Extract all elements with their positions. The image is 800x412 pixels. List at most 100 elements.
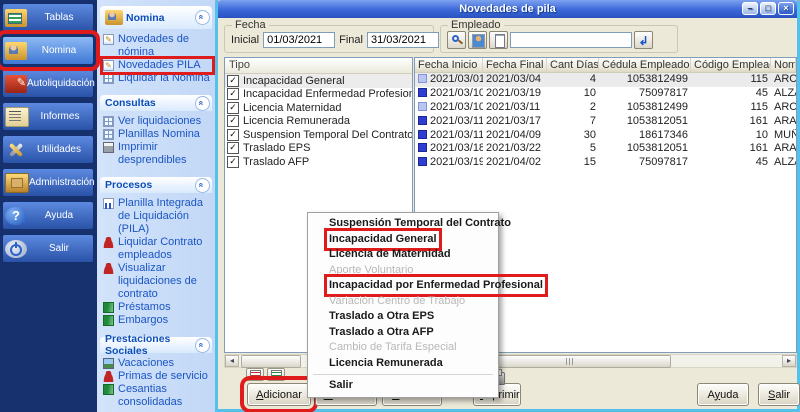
table-scroll-thumb[interactable] — [469, 355, 671, 368]
table-row[interactable]: 2021/03/012021/03/0441053812499115ARCILA… — [415, 73, 796, 87]
collapse-chevron-icon[interactable] — [195, 96, 210, 111]
menu-item-incapacidad-por-enfermedad-profesional[interactable]: Incapacidad por Enfermedad Profesional — [309, 278, 497, 294]
nav-item-planillas-nomina[interactable]: Planillas Nomina — [103, 128, 212, 141]
nav-item-imprimir-desprendibles[interactable]: Imprimir desprendibles — [103, 141, 212, 167]
checkbox-icon[interactable]: ✓ — [227, 156, 239, 168]
checkbox-icon[interactable]: ✓ — [227, 142, 239, 154]
column-header-fecha-inicio[interactable]: Fecha Inicio — [415, 58, 483, 73]
nav-section-consultas: Consultas Ver liquidacionesPlanillas Nomi… — [100, 95, 212, 167]
salir-button[interactable]: Salir — [758, 383, 800, 406]
column-header-cedula-empleado[interactable]: Cédula Empleado — [599, 58, 691, 73]
menu-item-licencia-remunerada[interactable]: Licencia Remunerada — [309, 356, 497, 372]
checkbox-icon[interactable]: ✓ — [227, 102, 239, 114]
scroll-left-icon[interactable]: ◂ — [225, 355, 239, 367]
nav-section-header-procesos[interactable]: Procesos — [100, 177, 212, 193]
checkbox-icon[interactable]: ✓ — [227, 129, 239, 141]
tipo-item-traslado-afp[interactable]: ✓ Traslado AFP — [225, 155, 412, 169]
adicionar-button[interactable]: Adicionar — [247, 383, 311, 406]
menu-item-licencia-de-maternidad[interactable]: Licencia de Maternidad — [309, 247, 497, 263]
tipo-item-label: Traslado AFP — [243, 156, 309, 168]
tipo-scroll-thumb[interactable] — [241, 355, 301, 368]
scroll-right-icon[interactable]: ▸ — [782, 355, 796, 367]
cell-c4: 45 — [691, 156, 771, 169]
ayuda-button[interactable]: Ayuda — [697, 383, 749, 406]
cell-c5: ALZATE CAR — [771, 156, 796, 169]
collapse-chevron-icon[interactable] — [195, 10, 210, 25]
tipo-item-traslado-eps[interactable]: ✓Traslado EPS — [225, 142, 412, 156]
sidebar-item-autoliquidacion[interactable]: Autoliquidación — [2, 69, 94, 98]
sidebar-item-salir[interactable]: Salir — [2, 234, 94, 263]
tipo-item-suspension-temporal-del-contrato[interactable]: ✓Suspension Temporal Del Contrato — [225, 128, 412, 142]
sidebar-item-informes[interactable]: Informes — [2, 102, 94, 131]
nav-item-liquidar-la-nomina[interactable]: Liquidar la Nomina — [103, 72, 212, 85]
nav-item-planilla-integrada-de-liquidacion-pila[interactable]: Planilla Integrada de Liquidación (PILA) — [103, 197, 212, 236]
checkbox-icon[interactable]: ✓ — [227, 88, 239, 100]
tipo-item-incapacidad-general[interactable]: ✓Incapacidad General — [225, 74, 412, 88]
maximize-button[interactable]: □ — [760, 2, 776, 15]
nav-section-header-prestaciones-sociales[interactable]: Prestaciones Sociales — [100, 337, 212, 353]
close-button[interactable]: × — [778, 2, 794, 15]
sidebar-item-nomina[interactable]: Nomina — [2, 36, 94, 65]
table-row[interactable]: 2021/03/182021/03/2251053812051161ARANGO… — [415, 142, 796, 156]
nav-item-prestamos[interactable]: Préstamos — [103, 301, 212, 314]
row-marker-icon — [418, 74, 427, 83]
nav-item-visualizar-liquidaciones-de-contrato[interactable]: Visualizar liquidaciones de contrato — [103, 262, 212, 301]
minimize-button[interactable]: – — [742, 2, 758, 15]
search-icon[interactable] — [447, 31, 466, 49]
table-row[interactable]: 2021/03/102021/03/19107509781745ALZATE C… — [415, 87, 796, 101]
tipo-item-licencia-maternidad[interactable]: ✓Licencia Maternidad — [225, 101, 412, 115]
nav-item-liquidar-contrato-empleados[interactable]: Liquidar Contrato empleados — [103, 236, 212, 262]
collapse-chevron-icon[interactable] — [195, 338, 210, 353]
nav-section-header-consultas[interactable]: Consultas — [100, 95, 212, 111]
nav-item-ver-liquidaciones[interactable]: Ver liquidaciones — [103, 115, 212, 128]
checkbox-icon[interactable]: ✓ — [227, 75, 239, 87]
table-row[interactable]: 2021/03/112021/03/1771053812051161ARANGO… — [415, 114, 796, 128]
document-icon[interactable] — [489, 31, 508, 49]
nav-item-cesantias-consolidadas[interactable]: Cesantias consolidadas — [103, 383, 212, 409]
menu-item-traslado-a-otra-afp[interactable]: Traslado a Otra AFP — [309, 325, 497, 341]
cell-c3: 1053812051 — [599, 142, 691, 155]
nav-item-label: Novedades PILA — [118, 59, 212, 72]
column-header-fecha-final[interactable]: Fecha Final — [483, 58, 547, 73]
fecha-final-input[interactable] — [367, 32, 439, 48]
cell-c2: 4 — [547, 73, 599, 86]
window-titlebar[interactable]: Novedades de pila – □ × — [218, 0, 797, 18]
cell-c4: 115 — [691, 73, 771, 86]
sidebar-item-administracion[interactable]: Administración — [2, 168, 94, 197]
fecha-groupbox: Fecha Inicial Final — [224, 25, 434, 53]
nav-item-primas-de-servicio[interactable]: Primas de servicio — [103, 370, 212, 383]
uncheck-all-button[interactable] — [267, 368, 285, 381]
menu-item-suspension-temporal-del-contrato[interactable]: Suspensión Temporal del Contrato — [309, 216, 497, 232]
nav-item-embargos[interactable]: Embargos — [103, 314, 212, 327]
column-header-codigo-empleado[interactable]: Código Empleado — [691, 58, 771, 73]
nav-item-label: Primas de servicio — [118, 370, 212, 383]
column-header-cant-dias[interactable]: Cant Días — [547, 58, 599, 73]
empleado-input[interactable] — [510, 32, 632, 48]
self-settlement-icon — [5, 75, 27, 93]
person-icon[interactable] — [468, 31, 487, 49]
nav-item-vacaciones[interactable]: Vacaciones — [103, 357, 212, 370]
tipo-item-licencia-remunerada[interactable]: ✓Licencia Remunerada — [225, 115, 412, 129]
menu-item-traslado-a-otra-eps[interactable]: Traslado a Otra EPS — [309, 309, 497, 325]
nav-item-novedades-pila[interactable]: Novedades PILA — [103, 59, 212, 72]
sidebar-item-tablas[interactable]: Tablas — [2, 3, 94, 32]
tipo-item-incapacidad-enfermedad-profesional[interactable]: ✓Incapacidad Enfermedad Profesional — [225, 88, 412, 102]
collapse-chevron-icon[interactable] — [195, 178, 210, 193]
go-arrow-icon[interactable]: ↲ — [634, 31, 653, 49]
check-all-button[interactable] — [246, 368, 264, 381]
menu-item-salir[interactable]: Salir — [309, 378, 497, 394]
menu-item-incapacidad-general[interactable]: Incapacidad General — [309, 232, 497, 248]
menu-item-label: Suspensión Temporal del Contrato — [329, 217, 511, 230]
table-row[interactable]: 2021/03/112021/04/09301861734610MUÑOZ SA… — [415, 128, 796, 142]
sidebar-item-utilidades[interactable]: Utilidades — [2, 135, 94, 164]
checkbox-icon[interactable]: ✓ — [227, 115, 239, 127]
fecha-inicial-input[interactable] — [263, 32, 335, 48]
sidebar-item-ayuda[interactable]: Ayuda — [2, 201, 94, 230]
table-row[interactable]: 2021/03/102021/03/1121053812499115ARCILA… — [415, 101, 796, 115]
nav-section-header-nomina[interactable]: Nomina — [100, 6, 212, 29]
column-header-nombre-emp[interactable]: Nombre Emp — [771, 58, 796, 73]
table-row[interactable]: 2021/03/192021/04/02157509781745ALZATE C… — [415, 156, 796, 170]
cell-c1: 2021/04/02 — [483, 156, 547, 169]
nav-item-novedades-de-nomina[interactable]: Novedades de nómina — [103, 33, 212, 59]
main-sidebar: Tablas Nomina Autoliquidación Informes Utili… — [0, 0, 97, 412]
